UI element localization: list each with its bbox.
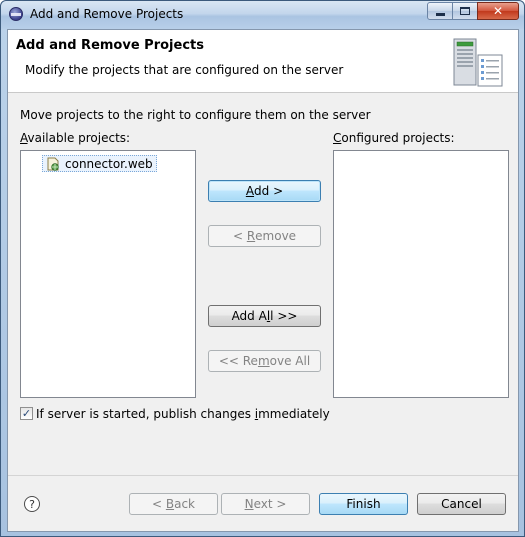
- remove-button[interactable]: < Remove: [208, 225, 321, 247]
- close-icon: ✕: [492, 4, 504, 18]
- remove-all-button[interactable]: << Re m ove All: [208, 350, 321, 372]
- publish-immediately-label[interactable]: If server is started, publish changes im…: [36, 407, 330, 421]
- minimize-icon: [435, 12, 445, 16]
- publish-immediately-checkbox[interactable]: ✓: [20, 407, 33, 420]
- dialog-window: Add and Remove Projects ✕ Add and Remove…: [0, 0, 525, 537]
- eclipse-icon: [9, 7, 23, 21]
- window-title: Add and Remove Projects: [30, 7, 184, 21]
- banner-description: Modify the projects that are configured …: [25, 63, 344, 77]
- banner-title: Add and Remove Projects: [16, 38, 204, 53]
- web-project-icon: [47, 157, 59, 171]
- add-button[interactable]: Add >: [208, 180, 321, 202]
- maximize-button[interactable]: [452, 2, 478, 20]
- footer-separator: [8, 475, 518, 476]
- help-icon[interactable]: ?: [24, 496, 40, 512]
- checkmark-icon: ✓: [21, 407, 32, 420]
- configured-projects-list[interactable]: [333, 150, 509, 398]
- next-button[interactable]: Next >: [221, 493, 310, 515]
- instruction-text: Move projects to the right to configure …: [20, 108, 371, 122]
- close-button[interactable]: ✕: [477, 2, 519, 20]
- available-projects-list[interactable]: connector.web: [20, 150, 196, 398]
- finish-button[interactable]: Finish: [319, 493, 408, 515]
- maximize-icon: [460, 7, 470, 15]
- add-all-button[interactable]: Add All >>: [208, 305, 321, 327]
- dialog-client-area: Add and Remove Projects Modify the proje…: [7, 29, 519, 532]
- cancel-button[interactable]: Cancel: [417, 493, 506, 515]
- back-button[interactable]: < Back: [129, 493, 218, 515]
- minimize-button[interactable]: [427, 2, 453, 20]
- server-icon: [453, 38, 503, 87]
- wizard-banner: Add and Remove Projects Modify the proje…: [8, 30, 518, 93]
- configured-projects-label: Configured projects:: [333, 131, 455, 145]
- project-name: connector.web: [65, 157, 153, 171]
- list-item[interactable]: connector.web: [42, 155, 157, 172]
- available-projects-label: Available projects:: [20, 131, 131, 145]
- title-bar[interactable]: Add and Remove Projects ✕: [1, 1, 524, 29]
